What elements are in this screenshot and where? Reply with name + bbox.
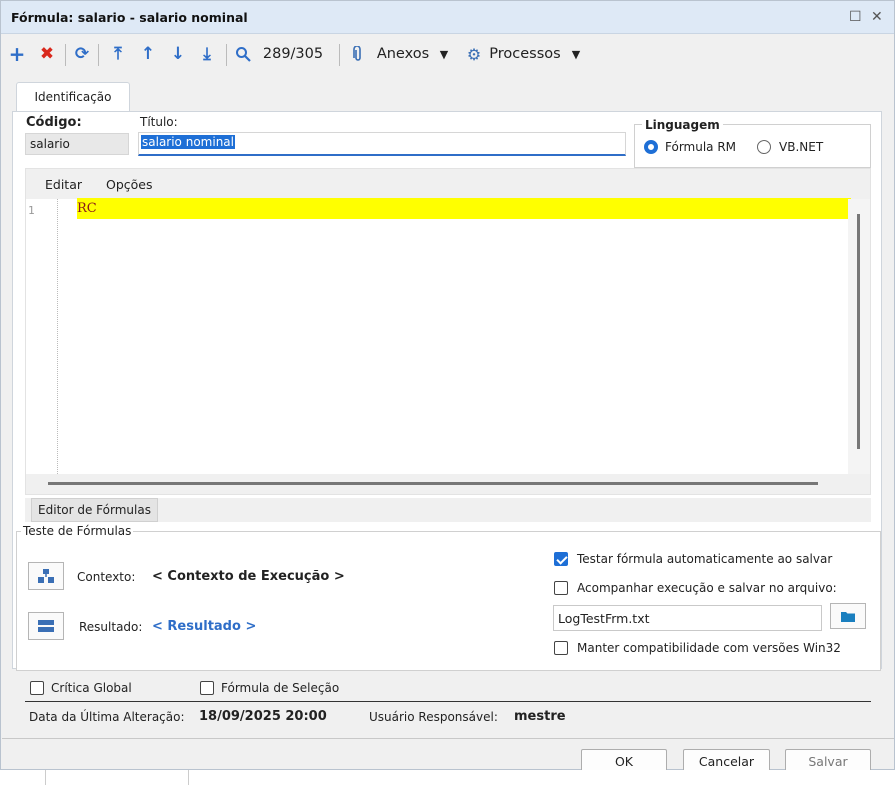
window-title: Fórmula: salario - salario nominal [11,10,248,25]
background-divider [45,770,46,785]
folder-icon [841,611,855,622]
global-critique-checkbox[interactable] [30,681,44,695]
result-icon [38,620,54,632]
browse-folder-button[interactable] [830,603,866,629]
title-value: salario nominal [141,135,235,149]
vertical-scrollbar[interactable] [848,199,870,474]
maximize-icon[interactable]: ☐ [849,9,862,25]
gear-icon[interactable]: ⚙ [465,43,483,65]
toolbar-separator [339,44,340,66]
refresh-icon[interactable]: ⟳ [72,43,92,65]
menu-edit[interactable]: Editar [45,177,82,192]
horizontal-scroll-thumb[interactable] [48,482,818,485]
hierarchy-icon [38,569,54,583]
auto-test-label[interactable]: Testar fórmula automaticamente ao salvar [577,552,832,566]
formula-window: Fórmula: salario - salario nominal ☐ ✕ +… [0,0,895,774]
editor-gutter [26,199,58,476]
divider [25,701,871,702]
menu-options[interactable]: Opções [106,177,153,192]
record-counter: 289/305 [262,46,324,62]
horizontal-scrollbar[interactable] [26,474,870,494]
log-file-input[interactable]: LogTestFrm.txt [553,605,822,631]
toolbar-separator [98,44,99,66]
current-line-highlight [77,198,851,219]
tab-identification[interactable]: Identificação [16,82,130,112]
line-number: 1 [28,204,35,217]
title-label: Título: [140,115,178,129]
previous-record-icon[interactable]: ↑ [138,43,158,65]
toolbar: + ✖ ⟳ ⤒ ↑ ↓ ⤓ 289/305 Anexos ▼ ⚙ Process… [1,35,894,73]
result-button[interactable] [28,612,64,640]
code-field[interactable]: salario [25,133,129,155]
user-label: Usuário Responsável: [369,710,498,724]
user-value: mestre [514,709,566,724]
title-field[interactable]: salario nominal [138,132,626,156]
next-record-icon[interactable]: ↓ [168,43,188,65]
footer-divider [2,738,894,739]
formula-editor[interactable]: Editar Opções 1 RC [25,168,871,495]
last-change-label: Data da Última Alteração: [29,710,185,724]
first-record-icon[interactable]: ⤒ [108,43,128,65]
auto-test-checkbox[interactable] [554,552,568,566]
compat-checkbox[interactable] [554,641,568,655]
tab-formula-editor[interactable]: Editor de Fórmulas [31,498,158,522]
search-icon[interactable] [233,43,253,65]
toolbar-separator [65,44,66,66]
close-icon[interactable]: ✕ [871,9,883,25]
selection-formula-checkbox[interactable] [200,681,214,695]
attachments-button[interactable]: Anexos [373,43,433,65]
code-label: Código: [26,115,82,130]
context-value[interactable]: < Contexto de Execução > [152,569,345,584]
add-icon[interactable]: + [7,42,27,66]
compat-label[interactable]: Manter compatibilidade com versões Win32 [577,641,841,655]
editor-menu: Editar Opções [26,169,870,199]
global-critique-label[interactable]: Crítica Global [51,681,132,695]
title-bar: Fórmula: salario - salario nominal ☐ ✕ [1,1,894,34]
radio-vbnet[interactable] [757,140,771,154]
radio-formula-rm[interactable] [644,140,658,154]
radio-vbnet-label[interactable]: VB.NET [779,140,823,154]
follow-execution-label[interactable]: Acompanhar execução e salvar no arquivo: [577,581,837,595]
vertical-scroll-thumb[interactable] [857,214,860,449]
radio-formula-rm-label[interactable]: Fórmula RM [665,140,736,154]
last-change-value: 18/09/2025 20:00 [199,709,327,724]
code-text[interactable]: RC [77,201,97,216]
test-group-label: Teste de Fórmulas [21,524,134,538]
processes-button[interactable]: Processos [487,43,563,65]
toolbar-separator [226,44,227,66]
background-divider [188,770,189,785]
result-value[interactable]: < Resultado > [152,619,256,634]
background-strip [0,770,895,785]
context-button[interactable] [28,562,64,590]
follow-execution-checkbox[interactable] [554,581,568,595]
context-label: Contexto: [77,570,136,584]
chevron-down-icon[interactable]: ▼ [437,43,451,65]
chevron-down-icon[interactable]: ▼ [569,43,583,65]
delete-icon[interactable]: ✖ [37,43,57,65]
last-record-icon[interactable]: ⤓ [197,43,217,65]
selection-formula-label[interactable]: Fórmula de Seleção [221,681,339,695]
result-label: Resultado: [79,620,143,634]
paperclip-icon[interactable] [351,43,365,65]
language-label: Linguagem [642,118,723,132]
